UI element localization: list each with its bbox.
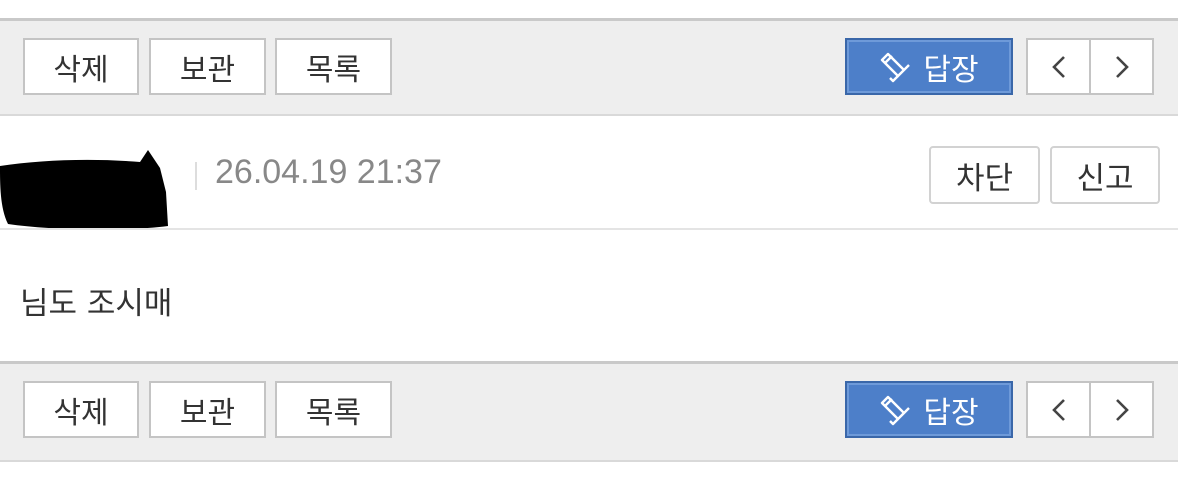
delete-button[interactable]: 삭제 — [23, 381, 139, 438]
chevron-right-icon — [1115, 55, 1129, 78]
archive-button[interactable]: 보관 — [149, 38, 266, 95]
next-message-button[interactable] — [1089, 383, 1152, 436]
reply-pen-icon — [879, 393, 913, 427]
reply-button[interactable]: 답장 — [845, 38, 1013, 95]
message-nav — [1026, 381, 1154, 438]
delete-button[interactable]: 삭제 — [23, 38, 139, 95]
block-button[interactable]: 차단 — [929, 146, 1040, 204]
prev-message-button[interactable] — [1028, 40, 1089, 93]
message-toolbar-top: 삭제 보관 목록 답장 — [0, 18, 1178, 116]
report-button[interactable]: 신고 — [1050, 146, 1160, 204]
message-timestamp: 26.04.19 21:37 — [215, 153, 442, 191]
message-toolbar-bottom: 삭제 보관 목록 답장 — [0, 361, 1178, 462]
meta-separator — [195, 162, 197, 190]
list-button[interactable]: 목록 — [275, 38, 392, 95]
message-meta: 26.04.19 21:37 차단 신고 — [0, 120, 1178, 230]
list-button[interactable]: 목록 — [275, 381, 392, 438]
author-name-redacted — [0, 148, 170, 230]
reply-button[interactable]: 답장 — [845, 381, 1013, 438]
message-body: 님도 조시매 — [20, 286, 173, 322]
message-nav — [1026, 38, 1154, 95]
chevron-left-icon — [1051, 398, 1065, 421]
reply-label: 답장 — [923, 395, 979, 431]
chevron-left-icon — [1051, 55, 1065, 78]
reply-label: 답장 — [923, 52, 979, 88]
archive-button[interactable]: 보관 — [149, 381, 266, 438]
prev-message-button[interactable] — [1028, 383, 1089, 436]
reply-pen-icon — [879, 50, 913, 84]
next-message-button[interactable] — [1089, 40, 1152, 93]
chevron-right-icon — [1115, 398, 1129, 421]
